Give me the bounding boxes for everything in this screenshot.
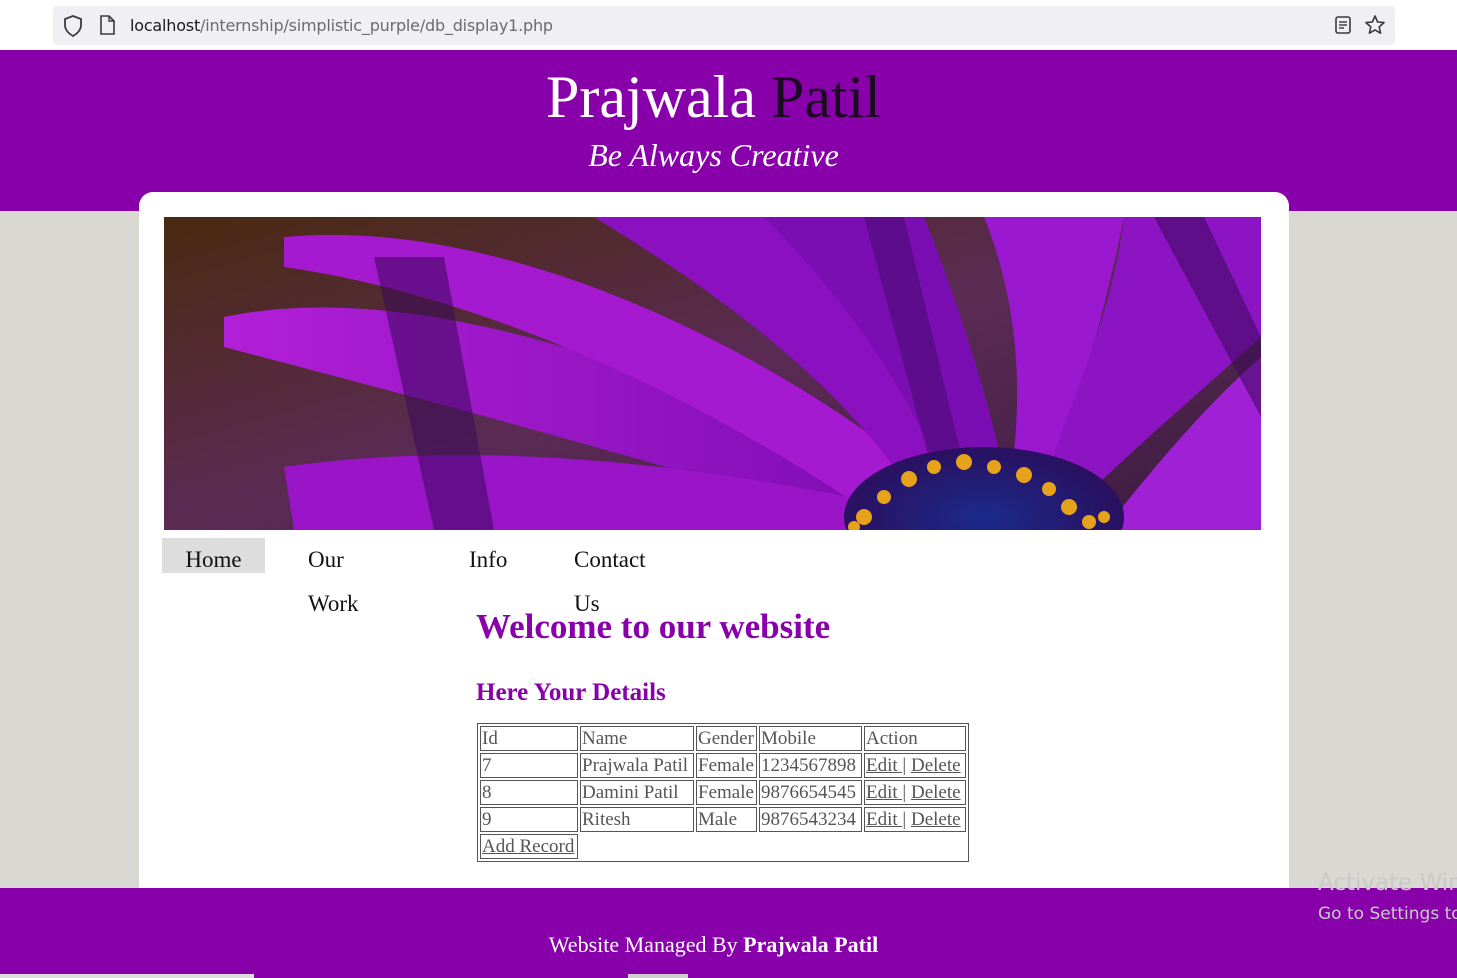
nav-info[interactable]: Info (469, 538, 507, 573)
table-row: 7 Prajwala Patil Female 1234567898 Edit … (480, 753, 966, 778)
welcome-heading: Welcome to our website (476, 607, 831, 646)
nav-our-work[interactable]: Our Work (308, 538, 359, 616)
records-table: Id Name Gender Mobile Action 7 Prajwala … (477, 723, 969, 862)
cell-name: Ritesh (580, 807, 694, 832)
taskbar-edge-2 (628, 974, 688, 978)
header-id: Id (480, 726, 578, 751)
footer-name: Prajwala Patil (743, 932, 879, 957)
cell-id: 9 (480, 807, 578, 832)
site-title-first: Prajwala (546, 64, 756, 130)
edit-link[interactable]: Edit | (866, 755, 906, 776)
cell-id: 8 (480, 780, 578, 805)
site-title: Prajwala Patil (0, 62, 1427, 132)
shield-icon[interactable] (63, 15, 83, 42)
cell-mobile: 9876654545 (759, 780, 862, 805)
site-tagline: Be Always Creative (588, 137, 839, 173)
taskbar-edge (0, 974, 254, 978)
site-title-last: Patil (770, 64, 881, 130)
cell-gender: Male (696, 807, 757, 832)
table-header-row: Id Name Gender Mobile Action (480, 726, 966, 751)
address-bar[interactable]: localhost/internship/simplistic_purple/d… (53, 6, 1395, 45)
activation-watermark-subtitle: Go to Settings to (1318, 904, 1457, 924)
delete-link[interactable]: Delete (911, 809, 961, 830)
edit-link[interactable]: Edit | (866, 809, 906, 830)
cell-id: 7 (480, 753, 578, 778)
cell-mobile: 1234567898 (759, 753, 862, 778)
edit-link[interactable]: Edit | (866, 782, 906, 803)
cell-name: Prajwala Patil (580, 753, 694, 778)
url-host: localhost (130, 16, 201, 35)
delete-link[interactable]: Delete (911, 782, 961, 803)
url-text[interactable]: localhost/internship/simplistic_purple/d… (130, 16, 553, 35)
add-record-cell: Add Record (480, 834, 578, 859)
header-name: Name (580, 726, 694, 751)
add-record-link[interactable]: Add Record (482, 836, 574, 857)
table-row: 9 Ritesh Male 9876543234 Edit | Delete (480, 807, 966, 832)
cell-action: Edit | Delete (864, 807, 966, 832)
page-icon (99, 15, 115, 40)
table-row: 8 Damini Patil Female 9876654545 Edit | … (480, 780, 966, 805)
bookmark-star-icon[interactable] (1364, 14, 1386, 41)
header-mobile: Mobile (759, 726, 862, 751)
add-record-row: Add Record (480, 834, 966, 859)
reader-view-icon[interactable] (1334, 15, 1352, 40)
nav-contact-us[interactable]: Contact Us (574, 538, 646, 616)
delete-link[interactable]: Delete (911, 755, 961, 776)
footer-prefix: Website Managed By (548, 932, 738, 957)
footer-credit: Website Managed By Prajwala Patil (0, 932, 1427, 958)
cell-name: Damini Patil (580, 780, 694, 805)
url-path: /internship/simplistic_purple/db_display… (200, 16, 553, 35)
cell-action: Edit | Delete (864, 780, 966, 805)
cell-mobile: 9876543234 (759, 807, 862, 832)
cell-gender: Female (696, 753, 757, 778)
activation-watermark-title: Activate Win (1318, 870, 1457, 896)
banner-flower-image (164, 217, 1261, 530)
header-gender: Gender (696, 726, 757, 751)
nav-home[interactable]: Home (162, 538, 265, 573)
cell-action: Edit | Delete (864, 753, 966, 778)
details-heading: Here Your Details (476, 679, 666, 706)
header-action: Action (864, 726, 966, 751)
browser-toolbar: localhost/internship/simplistic_purple/d… (0, 0, 1457, 50)
cell-gender: Female (696, 780, 757, 805)
